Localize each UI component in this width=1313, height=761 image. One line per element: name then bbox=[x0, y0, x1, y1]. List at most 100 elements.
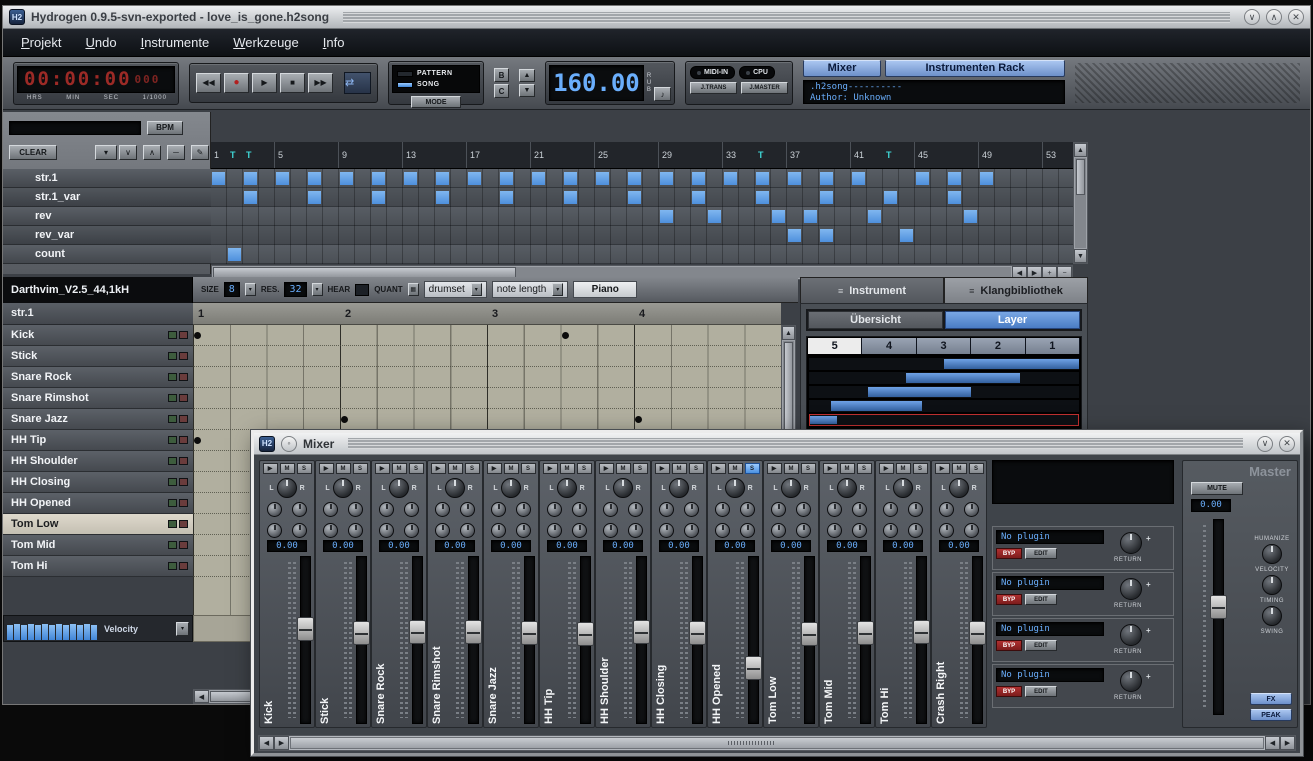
scroll-down-button[interactable]: ▼ bbox=[1074, 249, 1087, 263]
fx-send-knob-1[interactable] bbox=[771, 502, 786, 517]
song-cell[interactable] bbox=[755, 207, 771, 226]
song-cell[interactable] bbox=[531, 226, 547, 245]
song-cell[interactable] bbox=[531, 169, 547, 188]
song-cell[interactable] bbox=[275, 169, 291, 188]
channel-fader-handle[interactable] bbox=[409, 620, 426, 644]
channel-solo-button[interactable]: S bbox=[465, 463, 480, 474]
song-cell[interactable] bbox=[467, 169, 483, 188]
song-cell[interactable] bbox=[883, 188, 899, 207]
song-cell[interactable] bbox=[323, 169, 339, 188]
tab-overview[interactable]: Übersicht bbox=[808, 311, 943, 329]
song-cell[interactable] bbox=[915, 207, 931, 226]
mixer-shade-button[interactable]: ∨ bbox=[1257, 436, 1273, 452]
song-cell[interactable] bbox=[963, 169, 979, 188]
song-cell[interactable] bbox=[419, 226, 435, 245]
song-cell[interactable] bbox=[819, 207, 835, 226]
instrument-row-stick[interactable]: Stick bbox=[3, 346, 193, 367]
fx-edit-button[interactable]: EDIT bbox=[1025, 640, 1057, 651]
pattern-row-rev-var[interactable]: rev_var bbox=[3, 226, 211, 245]
pattern-row-str-1-var[interactable]: str.1_var bbox=[3, 188, 211, 207]
song-cell[interactable] bbox=[339, 188, 355, 207]
song-cell[interactable] bbox=[611, 169, 627, 188]
layer-number-1[interactable]: 1 bbox=[1026, 338, 1080, 354]
song-cell[interactable] bbox=[227, 207, 243, 226]
velocity-bar[interactable] bbox=[91, 625, 97, 640]
window-menu-icon[interactable]: ◦ bbox=[281, 436, 297, 452]
song-cell[interactable] bbox=[771, 207, 787, 226]
song-cell[interactable] bbox=[243, 207, 259, 226]
song-cell[interactable] bbox=[1059, 245, 1073, 264]
tempo-marker[interactable]: T bbox=[230, 142, 236, 169]
song-cell[interactable] bbox=[387, 188, 403, 207]
song-cell[interactable] bbox=[1027, 188, 1043, 207]
scroll-right-button[interactable]: ▶ bbox=[1280, 736, 1295, 750]
song-cell[interactable] bbox=[1059, 226, 1073, 245]
song-cell[interactable] bbox=[931, 188, 947, 207]
fx-send-knob-2[interactable] bbox=[292, 502, 307, 517]
rewind-button[interactable]: ◀◀ bbox=[196, 73, 221, 93]
drumset-dropdown-icon[interactable]: ▾ bbox=[471, 283, 482, 296]
song-cell[interactable] bbox=[243, 188, 259, 207]
song-cell[interactable] bbox=[771, 188, 787, 207]
song-cell[interactable] bbox=[563, 245, 579, 264]
song-cell[interactable] bbox=[643, 245, 659, 264]
song-cell[interactable] bbox=[467, 245, 483, 264]
song-cell[interactable] bbox=[307, 207, 323, 226]
tab-instrument[interactable]: ≡Instrument bbox=[800, 277, 944, 303]
mixer-titlebar[interactable]: H2 ◦ Mixer ∨ ✕ bbox=[254, 433, 1300, 455]
song-cell[interactable] bbox=[851, 245, 867, 264]
song-cell[interactable] bbox=[259, 207, 275, 226]
channel-mute-button[interactable]: M bbox=[504, 463, 519, 474]
song-cell[interactable] bbox=[291, 169, 307, 188]
song-cell[interactable] bbox=[643, 169, 659, 188]
instrument-row-kick[interactable]: Kick bbox=[3, 325, 193, 346]
song-cell[interactable] bbox=[979, 207, 995, 226]
layer-row-3[interactable] bbox=[809, 386, 1079, 398]
song-cell[interactable] bbox=[579, 245, 595, 264]
fx-send-knob-4[interactable] bbox=[964, 523, 979, 538]
song-cell[interactable] bbox=[963, 226, 979, 245]
channel-play-button[interactable]: ▶ bbox=[655, 463, 670, 474]
fx-send-knob-2[interactable] bbox=[908, 502, 923, 517]
song-cell[interactable] bbox=[691, 207, 707, 226]
mode-button[interactable]: MODE bbox=[411, 96, 461, 108]
instrument-solo-led[interactable] bbox=[179, 478, 188, 486]
fx-edit-button[interactable]: EDIT bbox=[1025, 686, 1057, 697]
channel-solo-button[interactable]: S bbox=[353, 463, 368, 474]
song-cell[interactable] bbox=[979, 188, 995, 207]
instrument-mute-led[interactable] bbox=[168, 352, 177, 360]
scroll-track[interactable] bbox=[1075, 158, 1086, 248]
channel-fader-handle[interactable] bbox=[801, 622, 818, 646]
timeline-label-13[interactable]: 13 bbox=[403, 142, 467, 169]
pan-knob[interactable] bbox=[445, 478, 465, 498]
fx-send-knob-1[interactable] bbox=[323, 502, 338, 517]
layer-number-5[interactable]: 5 bbox=[808, 338, 862, 354]
channel-fader-handle[interactable] bbox=[577, 622, 594, 646]
song-cell[interactable] bbox=[627, 245, 643, 264]
menu-item-werkzeuge[interactable]: Werkzeuge bbox=[223, 32, 309, 53]
song-cell[interactable] bbox=[307, 245, 323, 264]
velocity-bar[interactable] bbox=[84, 624, 90, 640]
fx-send-knob-1[interactable] bbox=[379, 502, 394, 517]
song-cell[interactable] bbox=[339, 169, 355, 188]
instrument-mute-led[interactable] bbox=[168, 331, 177, 339]
channel-fader-track[interactable] bbox=[748, 556, 759, 724]
scroll-thumb[interactable] bbox=[290, 737, 1264, 749]
song-cell[interactable] bbox=[563, 188, 579, 207]
song-cell[interactable] bbox=[947, 188, 963, 207]
instrument-row-snare-rimshot[interactable]: Snare Rimshot bbox=[3, 388, 193, 409]
song-cell[interactable] bbox=[387, 169, 403, 188]
velocity-bar[interactable] bbox=[49, 625, 55, 640]
song-cell[interactable] bbox=[211, 169, 227, 188]
fx-send-knob-4[interactable] bbox=[348, 523, 363, 538]
song-cell[interactable] bbox=[371, 245, 387, 264]
fx-send-knob-1[interactable] bbox=[883, 502, 898, 517]
song-cell[interactable] bbox=[1027, 207, 1043, 226]
song-cell[interactable] bbox=[339, 245, 355, 264]
fx-plugin-name-lcd[interactable]: No plugin bbox=[996, 530, 1104, 544]
song-cell[interactable] bbox=[707, 188, 723, 207]
song-cell[interactable] bbox=[819, 226, 835, 245]
song-mode-label[interactable]: SONG bbox=[417, 81, 440, 88]
channel-play-button[interactable]: ▶ bbox=[319, 463, 334, 474]
song-cell[interactable] bbox=[275, 245, 291, 264]
